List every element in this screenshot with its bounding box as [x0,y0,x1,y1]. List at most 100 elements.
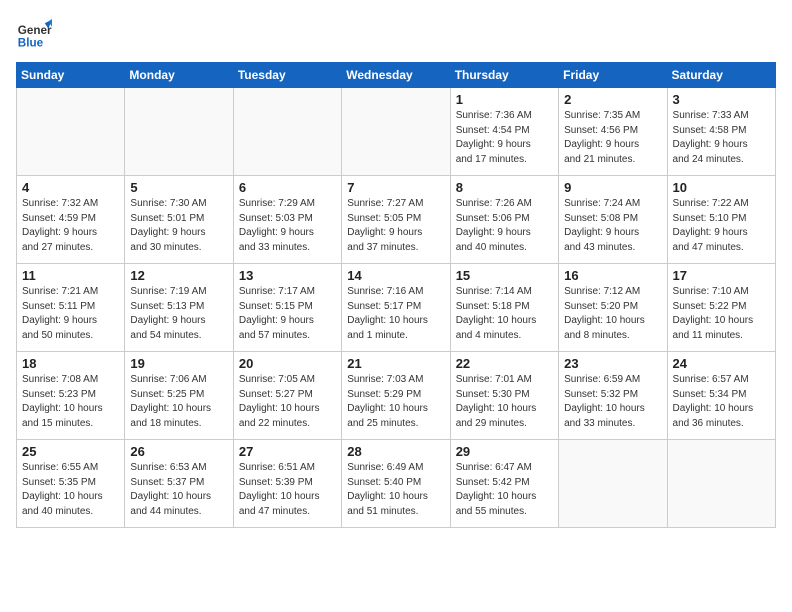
day-number: 15 [456,268,553,283]
day-number: 27 [239,444,336,459]
weekday-header-row: SundayMondayTuesdayWednesdayThursdayFrid… [17,63,776,88]
calendar-week-3: 18 Sunrise: 7:08 AM Sunset: 5:23 PM Dayli… [17,352,776,440]
calendar-cell: 15 Sunrise: 7:14 AM Sunset: 5:18 PM Dayli… [450,264,558,352]
day-info: Sunrise: 7:32 AM Sunset: 4:59 PM Dayligh… [22,197,119,255]
day-number: 28 [347,444,444,459]
day-info: Sunrise: 7:12 AM Sunset: 5:20 PM Dayligh… [564,285,661,343]
calendar-cell: 8 Sunrise: 7:26 AM Sunset: 5:06 PM Daylig… [450,176,558,264]
day-number: 2 [564,92,661,107]
day-info: Sunrise: 7:24 AM Sunset: 5:08 PM Dayligh… [564,197,661,255]
day-info: Sunrise: 6:49 AM Sunset: 5:40 PM Dayligh… [347,461,444,519]
calendar-cell: 12 Sunrise: 7:19 AM Sunset: 5:13 PM Dayli… [125,264,233,352]
calendar-cell: 20 Sunrise: 7:05 AM Sunset: 5:27 PM Dayli… [233,352,341,440]
calendar-cell: 13Sunrise: 7:17 AM Sunset: 5:15 PM Dayli… [233,264,341,352]
weekday-header-monday: Monday [125,63,233,88]
day-number: 5 [130,180,227,195]
weekday-header-tuesday: Tuesday [233,63,341,88]
day-number: 18 [22,356,119,371]
weekday-header-thursday: Thursday [450,63,558,88]
calendar-cell: 5Sunrise: 7:30 AM Sunset: 5:01 PM Daylig… [125,176,233,264]
calendar-cell: 27 Sunrise: 6:51 AM Sunset: 5:39 PM Dayli… [233,440,341,528]
calendar-cell: 21Sunrise: 7:03 AM Sunset: 5:29 PM Dayli… [342,352,450,440]
day-number: 8 [456,180,553,195]
day-info: Sunrise: 6:53 AM Sunset: 5:37 PM Dayligh… [130,461,227,519]
calendar-week-1: 4 Sunrise: 7:32 AM Sunset: 4:59 PM Daylig… [17,176,776,264]
day-number: 10 [673,180,770,195]
page-header: General Blue [16,16,776,52]
calendar-cell: 3 Sunrise: 7:33 AM Sunset: 4:58 PM Daylig… [667,88,775,176]
calendar-cell: 23 Sunrise: 6:59 AM Sunset: 5:32 PM Dayli… [559,352,667,440]
weekday-header-saturday: Saturday [667,63,775,88]
calendar-week-2: 11 Sunrise: 7:21 AM Sunset: 5:11 PM Dayli… [17,264,776,352]
day-info: Sunrise: 7:08 AM Sunset: 5:23 PM Dayligh… [22,373,119,431]
weekday-header-friday: Friday [559,63,667,88]
weekday-header-wednesday: Wednesday [342,63,450,88]
day-number: 1 [456,92,553,107]
day-number: 9 [564,180,661,195]
logo: General Blue [16,16,56,52]
day-number: 20 [239,356,336,371]
day-info: Sunrise: 7:35 AM Sunset: 4:56 PM Dayligh… [564,109,661,167]
day-info: Sunrise: 7:16 AM Sunset: 5:17 PM Dayligh… [347,285,444,343]
day-info: Sunrise: 7:14 AM Sunset: 5:18 PM Dayligh… [456,285,553,343]
day-info: Sunrise: 7:26 AM Sunset: 5:06 PM Dayligh… [456,197,553,255]
day-number: 7 [347,180,444,195]
day-info: Sunrise: 7:01 AM Sunset: 5:30 PM Dayligh… [456,373,553,431]
calendar-cell: 7 Sunrise: 7:27 AM Sunset: 5:05 PM Daylig… [342,176,450,264]
calendar-cell: 26 Sunrise: 6:53 AM Sunset: 5:37 PM Dayli… [125,440,233,528]
calendar-cell: 6 Sunrise: 7:29 AM Sunset: 5:03 PM Daylig… [233,176,341,264]
calendar-week-0: 1 Sunrise: 7:36 AM Sunset: 4:54 PM Daylig… [17,88,776,176]
calendar-cell: 10Sunrise: 7:22 AM Sunset: 5:10 PM Dayli… [667,176,775,264]
day-info: Sunrise: 7:33 AM Sunset: 4:58 PM Dayligh… [673,109,770,167]
day-info: Sunrise: 7:06 AM Sunset: 5:25 PM Dayligh… [130,373,227,431]
day-number: 6 [239,180,336,195]
calendar-cell: 17 Sunrise: 7:10 AM Sunset: 5:22 PM Dayli… [667,264,775,352]
calendar-cell: 11 Sunrise: 7:21 AM Sunset: 5:11 PM Dayli… [17,264,125,352]
day-number: 4 [22,180,119,195]
weekday-header-sunday: Sunday [17,63,125,88]
day-info: Sunrise: 7:36 AM Sunset: 4:54 PM Dayligh… [456,109,553,167]
day-number: 22 [456,356,553,371]
calendar-cell [342,88,450,176]
day-number: 13 [239,268,336,283]
calendar-cell: 14 Sunrise: 7:16 AM Sunset: 5:17 PM Dayli… [342,264,450,352]
day-info: Sunrise: 6:57 AM Sunset: 5:34 PM Dayligh… [673,373,770,431]
day-number: 19 [130,356,227,371]
day-info: Sunrise: 7:19 AM Sunset: 5:13 PM Dayligh… [130,285,227,343]
calendar-cell: 28 Sunrise: 6:49 AM Sunset: 5:40 PM Dayli… [342,440,450,528]
day-number: 14 [347,268,444,283]
day-number: 3 [673,92,770,107]
day-info: Sunrise: 7:10 AM Sunset: 5:22 PM Dayligh… [673,285,770,343]
calendar-cell [17,88,125,176]
day-info: Sunrise: 6:51 AM Sunset: 5:39 PM Dayligh… [239,461,336,519]
day-info: Sunrise: 7:05 AM Sunset: 5:27 PM Dayligh… [239,373,336,431]
calendar-cell: 9 Sunrise: 7:24 AM Sunset: 5:08 PM Daylig… [559,176,667,264]
calendar-cell [125,88,233,176]
svg-text:Blue: Blue [18,37,44,50]
day-info: Sunrise: 6:59 AM Sunset: 5:32 PM Dayligh… [564,373,661,431]
day-number: 17 [673,268,770,283]
calendar-cell [559,440,667,528]
day-number: 11 [22,268,119,283]
calendar-cell: 1 Sunrise: 7:36 AM Sunset: 4:54 PM Daylig… [450,88,558,176]
day-number: 23 [564,356,661,371]
calendar-cell [667,440,775,528]
logo-icon: General Blue [16,16,52,52]
calendar-cell: 16 Sunrise: 7:12 AM Sunset: 5:20 PM Dayli… [559,264,667,352]
calendar-cell: 4 Sunrise: 7:32 AM Sunset: 4:59 PM Daylig… [17,176,125,264]
calendar-cell: 25 Sunrise: 6:55 AM Sunset: 5:35 PM Dayli… [17,440,125,528]
calendar-cell: 24Sunrise: 6:57 AM Sunset: 5:34 PM Dayli… [667,352,775,440]
day-info: Sunrise: 7:03 AM Sunset: 5:29 PM Dayligh… [347,373,444,431]
day-number: 26 [130,444,227,459]
day-info: Sunrise: 7:27 AM Sunset: 5:05 PM Dayligh… [347,197,444,255]
day-info: Sunrise: 7:21 AM Sunset: 5:11 PM Dayligh… [22,285,119,343]
day-info: Sunrise: 7:29 AM Sunset: 5:03 PM Dayligh… [239,197,336,255]
day-number: 25 [22,444,119,459]
day-info: Sunrise: 6:55 AM Sunset: 5:35 PM Dayligh… [22,461,119,519]
day-number: 29 [456,444,553,459]
day-info: Sunrise: 6:47 AM Sunset: 5:42 PM Dayligh… [456,461,553,519]
calendar-week-4: 25 Sunrise: 6:55 AM Sunset: 5:35 PM Dayli… [17,440,776,528]
calendar-table: SundayMondayTuesdayWednesdayThursdayFrid… [16,62,776,528]
day-number: 16 [564,268,661,283]
day-number: 12 [130,268,227,283]
